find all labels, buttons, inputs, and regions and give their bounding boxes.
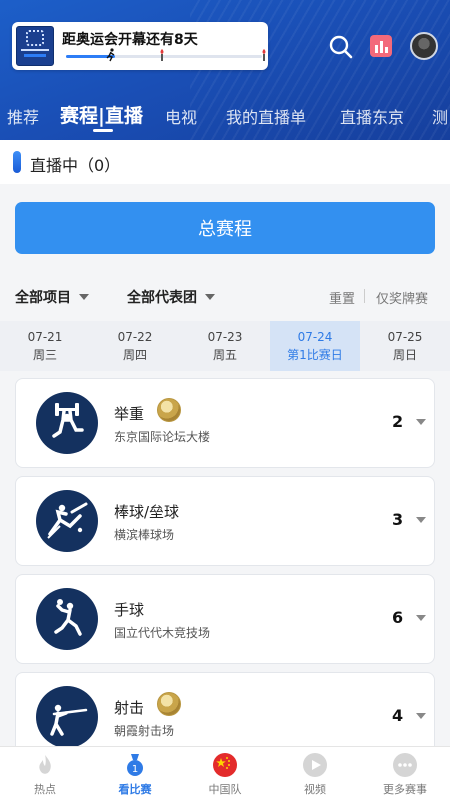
countdown-text: 距奥运会开幕还有8天 — [62, 32, 198, 48]
reset-filter-button[interactable]: 重置 — [329, 288, 355, 307]
match-icon: 1 — [127, 754, 143, 776]
top-tabs: 推荐 赛程|直播 电视 我的直播单 直播东京 测 — [0, 96, 450, 136]
tab-schedule-live[interactable]: 赛程|直播 — [60, 101, 143, 128]
nav-label: 看比赛 — [118, 783, 152, 796]
event-card-handball[interactable]: 手球 国立代代木竞技场 6 — [15, 574, 435, 664]
team-filter-dropdown[interactable]: 全部代表团 — [127, 287, 215, 307]
date-weekday: 第1比赛日 — [287, 348, 343, 362]
tab-recommend[interactable]: 推荐 — [7, 104, 39, 128]
date-weekday: 周三 — [32, 348, 57, 362]
live-now-row[interactable]: 直播中（0） — [0, 140, 450, 184]
tab-live-tokyo[interactable]: 直播东京 — [340, 104, 404, 128]
tab-my-live-list[interactable]: 我的直播单 — [226, 104, 306, 128]
chevron-down-icon[interactable] — [416, 517, 426, 523]
event-venue: 朝霞射击场 — [114, 724, 175, 738]
nav-hot[interactable]: 热点 — [0, 747, 90, 800]
weightlifting-icon — [36, 392, 98, 454]
tab-more[interactable]: 测 — [432, 104, 448, 128]
date-weekday: 周五 — [212, 348, 237, 362]
team-filter-label: 全部代表团 — [127, 290, 197, 306]
tokyo-2020-logo — [16, 26, 54, 66]
live-indicator-icon — [13, 151, 21, 173]
date-value: 07-23 — [207, 330, 243, 344]
avatar[interactable] — [410, 32, 438, 60]
medal-events-only-toggle[interactable]: 仅奖牌赛 — [376, 288, 428, 307]
tab-tv[interactable]: 电视 — [165, 104, 197, 128]
search-icon[interactable] — [328, 34, 354, 60]
event-count: 2 — [392, 412, 404, 431]
nav-label: 视频 — [304, 783, 326, 796]
event-card-baseball-softball[interactable]: 棒球/垒球 横滨棒球场 3 — [15, 476, 435, 566]
nav-video[interactable]: 视频 — [270, 747, 360, 800]
olympic-countdown-card[interactable]: 距奥运会开幕还有8天 — [12, 22, 268, 70]
event-name: 射击 — [114, 699, 145, 717]
torch-icon — [160, 49, 164, 61]
event-count: 6 — [392, 608, 404, 627]
date-value: 07-22 — [117, 330, 153, 344]
chevron-down-icon[interactable] — [416, 713, 426, 719]
event-venue: 东京国际论坛大楼 — [114, 430, 211, 444]
date-value: 07-25 — [387, 330, 423, 344]
event-venue: 国立代代木竞技场 — [114, 626, 211, 640]
date-weekday: 周四 — [122, 348, 147, 362]
nav-label: 中国队 — [208, 783, 242, 796]
gold-medal-icon — [157, 692, 181, 716]
event-venue: 横滨棒球场 — [114, 528, 175, 542]
event-name: 手球 — [114, 601, 145, 619]
date-item[interactable]: 07-22 周四 — [90, 321, 180, 371]
date-value: 07-21 — [27, 330, 63, 344]
chevron-down-icon[interactable] — [416, 615, 426, 621]
date-weekday: 周日 — [392, 348, 417, 362]
nav-more-events[interactable]: 更多赛事 — [360, 747, 450, 800]
bottom-navigation: 热点 1 看比赛 中国队 视频 更多赛事 — [0, 746, 450, 800]
runner-icon — [106, 48, 115, 62]
video-icon — [303, 753, 327, 777]
date-item-selected[interactable]: 07-24 第1比赛日 — [270, 321, 360, 371]
top-header: 距奥运会开幕还有8天 推荐 赛程|直播 电视 我的直播单 直播东京 测 — [0, 0, 450, 140]
event-count: 4 — [392, 706, 404, 725]
event-card-weightlifting[interactable]: 举重 东京国际论坛大楼 2 — [15, 378, 435, 468]
event-name: 棒球/垒球 — [114, 503, 180, 521]
sport-filter-dropdown[interactable]: 全部项目 — [15, 287, 89, 307]
live-now-label: 直播中（0） — [30, 156, 121, 175]
nav-watch-match[interactable]: 1 看比赛 — [90, 747, 180, 800]
nav-label: 更多赛事 — [383, 783, 427, 796]
svg-text:1: 1 — [132, 764, 138, 775]
shooting-icon — [36, 686, 98, 748]
date-selector: 07-21 周三 07-22 周四 07-23 周五 07-24 第1比赛日 0… — [0, 321, 450, 371]
china-flag-icon — [213, 753, 237, 777]
more-icon — [393, 753, 417, 777]
baseball-icon — [36, 490, 98, 552]
gold-medal-icon — [157, 398, 181, 422]
date-item[interactable]: 07-23 周五 — [180, 321, 270, 371]
date-item[interactable]: 07-25 周日 — [360, 321, 450, 371]
fire-icon — [39, 755, 51, 774]
stats-icon[interactable] — [370, 35, 392, 57]
sport-filter-label: 全部项目 — [15, 290, 71, 306]
handball-icon — [36, 588, 98, 650]
nav-china-team[interactable]: 中国队 — [180, 747, 270, 800]
filter-divider — [364, 289, 365, 303]
date-item[interactable]: 07-21 周三 — [0, 321, 90, 371]
date-value: 07-24 — [297, 330, 333, 344]
event-count: 3 — [392, 510, 404, 529]
full-schedule-button[interactable]: 总赛程 — [15, 202, 435, 254]
chevron-down-icon — [205, 294, 215, 300]
torch-icon — [262, 49, 266, 61]
chevron-down-icon[interactable] — [416, 419, 426, 425]
nav-label: 热点 — [34, 783, 56, 796]
active-tab-indicator — [93, 129, 113, 132]
chevron-down-icon — [79, 294, 89, 300]
event-name: 举重 — [114, 405, 145, 423]
